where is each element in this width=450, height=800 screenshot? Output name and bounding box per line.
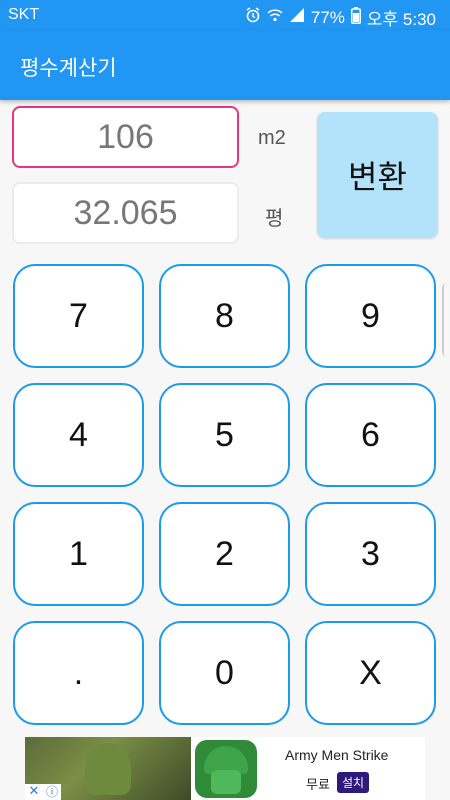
wifi-icon — [267, 7, 283, 28]
soldier-face-icon — [211, 770, 241, 794]
status-bar: SKT 77% 오후 5:30 — [0, 0, 450, 30]
key-1[interactable]: 1 — [13, 502, 144, 606]
key-7[interactable]: 7 — [13, 264, 144, 368]
key-4[interactable]: 4 — [13, 383, 144, 487]
ad-banner[interactable]: Army Men Strike 무료 설치 ✕ ⓘ — [25, 737, 425, 800]
ad-price: 무료 — [306, 778, 330, 793]
pyeong-input[interactable]: 32.065 — [12, 182, 239, 244]
app-bar: 평수계산기 — [0, 30, 450, 100]
convert-button[interactable]: 변환 — [317, 112, 438, 238]
carrier-label: SKT — [8, 6, 40, 23]
soldier-figure-icon — [85, 743, 131, 795]
key-0[interactable]: 0 — [159, 621, 290, 725]
key-3[interactable]: 3 — [305, 502, 436, 606]
clock: 오후 5:30 — [366, 10, 436, 29]
alarm-icon — [245, 7, 261, 28]
key-6[interactable]: 6 — [305, 383, 436, 487]
edge-scroll-indicator — [442, 284, 450, 356]
key-9[interactable]: 9 — [305, 264, 436, 368]
ad-app-icon[interactable] — [195, 740, 257, 798]
square-meter-input[interactable]: 106 — [12, 106, 239, 168]
key-2[interactable]: 2 — [159, 502, 290, 606]
battery-percent: 77% — [310, 7, 345, 27]
ad-install-button[interactable]: 설치 — [337, 772, 370, 793]
ad-info-icon[interactable]: ⓘ — [43, 784, 61, 800]
signal-icon — [289, 7, 305, 28]
ad-app-name[interactable]: Army Men Strike — [285, 747, 388, 763]
ad-close-icon[interactable]: ✕ — [25, 784, 43, 800]
key-5[interactable]: 5 — [159, 383, 290, 487]
app-title: 평수계산기 — [20, 56, 117, 80]
square-meter-unit-label: m2 — [258, 127, 286, 149]
status-icons: 77% 오후 5:30 — [245, 5, 436, 30]
pyeong-unit-label: 평 — [265, 206, 284, 230]
key-decimal-point[interactable]: . — [13, 621, 144, 725]
key-8[interactable]: 8 — [159, 264, 290, 368]
battery-icon — [350, 6, 361, 29]
key-clear[interactable]: X — [305, 621, 436, 725]
